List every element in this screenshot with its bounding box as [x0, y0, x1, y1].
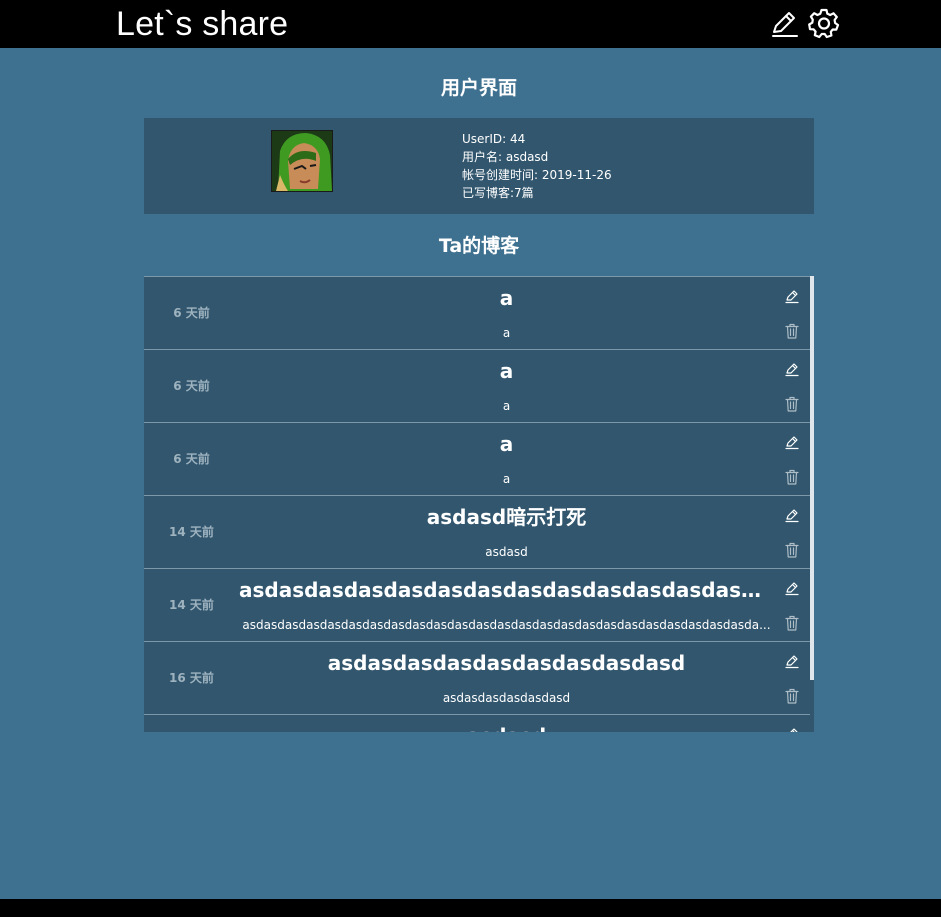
- blog-title[interactable]: a: [239, 431, 774, 457]
- blog-title[interactable]: asdasdasdasdasdasdasdasdasdasdasdasdasda…: [239, 577, 774, 603]
- brand-logo-text[interactable]: Let`s share: [116, 4, 288, 44]
- blog-time: [144, 715, 239, 732]
- blog-time: 16 天前: [169, 671, 214, 685]
- edit-icon[interactable]: [784, 361, 800, 377]
- blog-count-text: 已写博客:7篇: [462, 186, 534, 200]
- blog-list-content: 6 天前 a a 6 天前 a a 6 天前 a a 14 天前 asdasd暗…: [144, 276, 810, 732]
- trash-icon[interactable]: [784, 542, 800, 558]
- list-item[interactable]: 16 天前 asdasdasdasdasdasdasdasdasd asdasd…: [144, 641, 810, 714]
- blog-time: 6 天前: [173, 306, 210, 320]
- user-section-title: 用户界面: [440, 77, 517, 99]
- blog-summary: a: [502, 326, 511, 340]
- edit-icon[interactable]: [769, 7, 801, 39]
- avatar: [271, 130, 333, 192]
- trash-icon[interactable]: [784, 615, 800, 631]
- blog-time: 14 天前: [169, 598, 214, 612]
- blog-title[interactable]: asdasd暗示打死: [239, 504, 774, 530]
- user-profile-card: UserID: 44 用户名: asdasd 帐号创建时间: 2019-11-2…: [144, 118, 814, 214]
- edit-icon[interactable]: [784, 434, 800, 450]
- settings-icon[interactable]: [808, 7, 840, 39]
- blog-title[interactable]: asdasdasdasdasdasdasdasdasd: [239, 650, 774, 676]
- bottom-bar: [0, 899, 941, 917]
- list-item[interactable]: 14 天前 asdasd暗示打死 asdasd: [144, 495, 810, 568]
- edit-icon[interactable]: [784, 288, 800, 304]
- blog-title[interactable]: a: [239, 358, 774, 384]
- list-item[interactable]: 6 天前 a a: [144, 422, 810, 495]
- blog-section-title: Ta的博客: [438, 235, 520, 257]
- list-item[interactable]: asdasd: [144, 714, 810, 732]
- blog-list[interactable]: 6 天前 a a 6 天前 a a 6 天前 a a 14 天前 asdasd暗…: [144, 276, 814, 732]
- edit-icon[interactable]: [784, 726, 800, 732]
- edit-icon[interactable]: [784, 580, 800, 596]
- username-text: 用户名: asdasd: [462, 150, 549, 164]
- list-item[interactable]: 6 天前 a a: [144, 276, 810, 349]
- account-created-text: 帐号创建时间: 2019-11-26: [462, 168, 612, 182]
- edit-icon[interactable]: [784, 653, 800, 669]
- blog-list-scrollbar[interactable]: [810, 276, 814, 732]
- blog-summary: asdasdasdasdasdasdasdasdasdasdasdasdasda…: [242, 618, 771, 632]
- user-id-text: UserID: 44: [462, 132, 526, 146]
- blog-summary: asdasdasdasdasdasd: [442, 691, 571, 705]
- blog-summary: asdasd: [485, 545, 528, 559]
- top-navigation-bar: Let`s share: [0, 0, 941, 48]
- blog-summary: a: [502, 472, 511, 486]
- trash-icon[interactable]: [784, 396, 800, 412]
- blog-time: 14 天前: [169, 525, 214, 539]
- trash-icon[interactable]: [784, 469, 800, 485]
- list-item[interactable]: 14 天前 asdasdasdasdasdasdasdasdasdasdasda…: [144, 568, 810, 641]
- blog-title[interactable]: asdasd: [239, 723, 774, 732]
- blog-title[interactable]: a: [239, 285, 774, 311]
- edit-icon[interactable]: [784, 507, 800, 523]
- user-info-block: UserID: 44 用户名: asdasd 帐号创建时间: 2019-11-2…: [462, 130, 612, 202]
- trash-icon[interactable]: [784, 688, 800, 704]
- blog-time: 6 天前: [173, 379, 210, 393]
- list-item[interactable]: 6 天前 a a: [144, 349, 810, 422]
- blog-summary: a: [502, 399, 511, 413]
- trash-icon[interactable]: [784, 323, 800, 339]
- blog-time: 6 天前: [173, 452, 210, 466]
- scrollbar-thumb[interactable]: [810, 276, 814, 680]
